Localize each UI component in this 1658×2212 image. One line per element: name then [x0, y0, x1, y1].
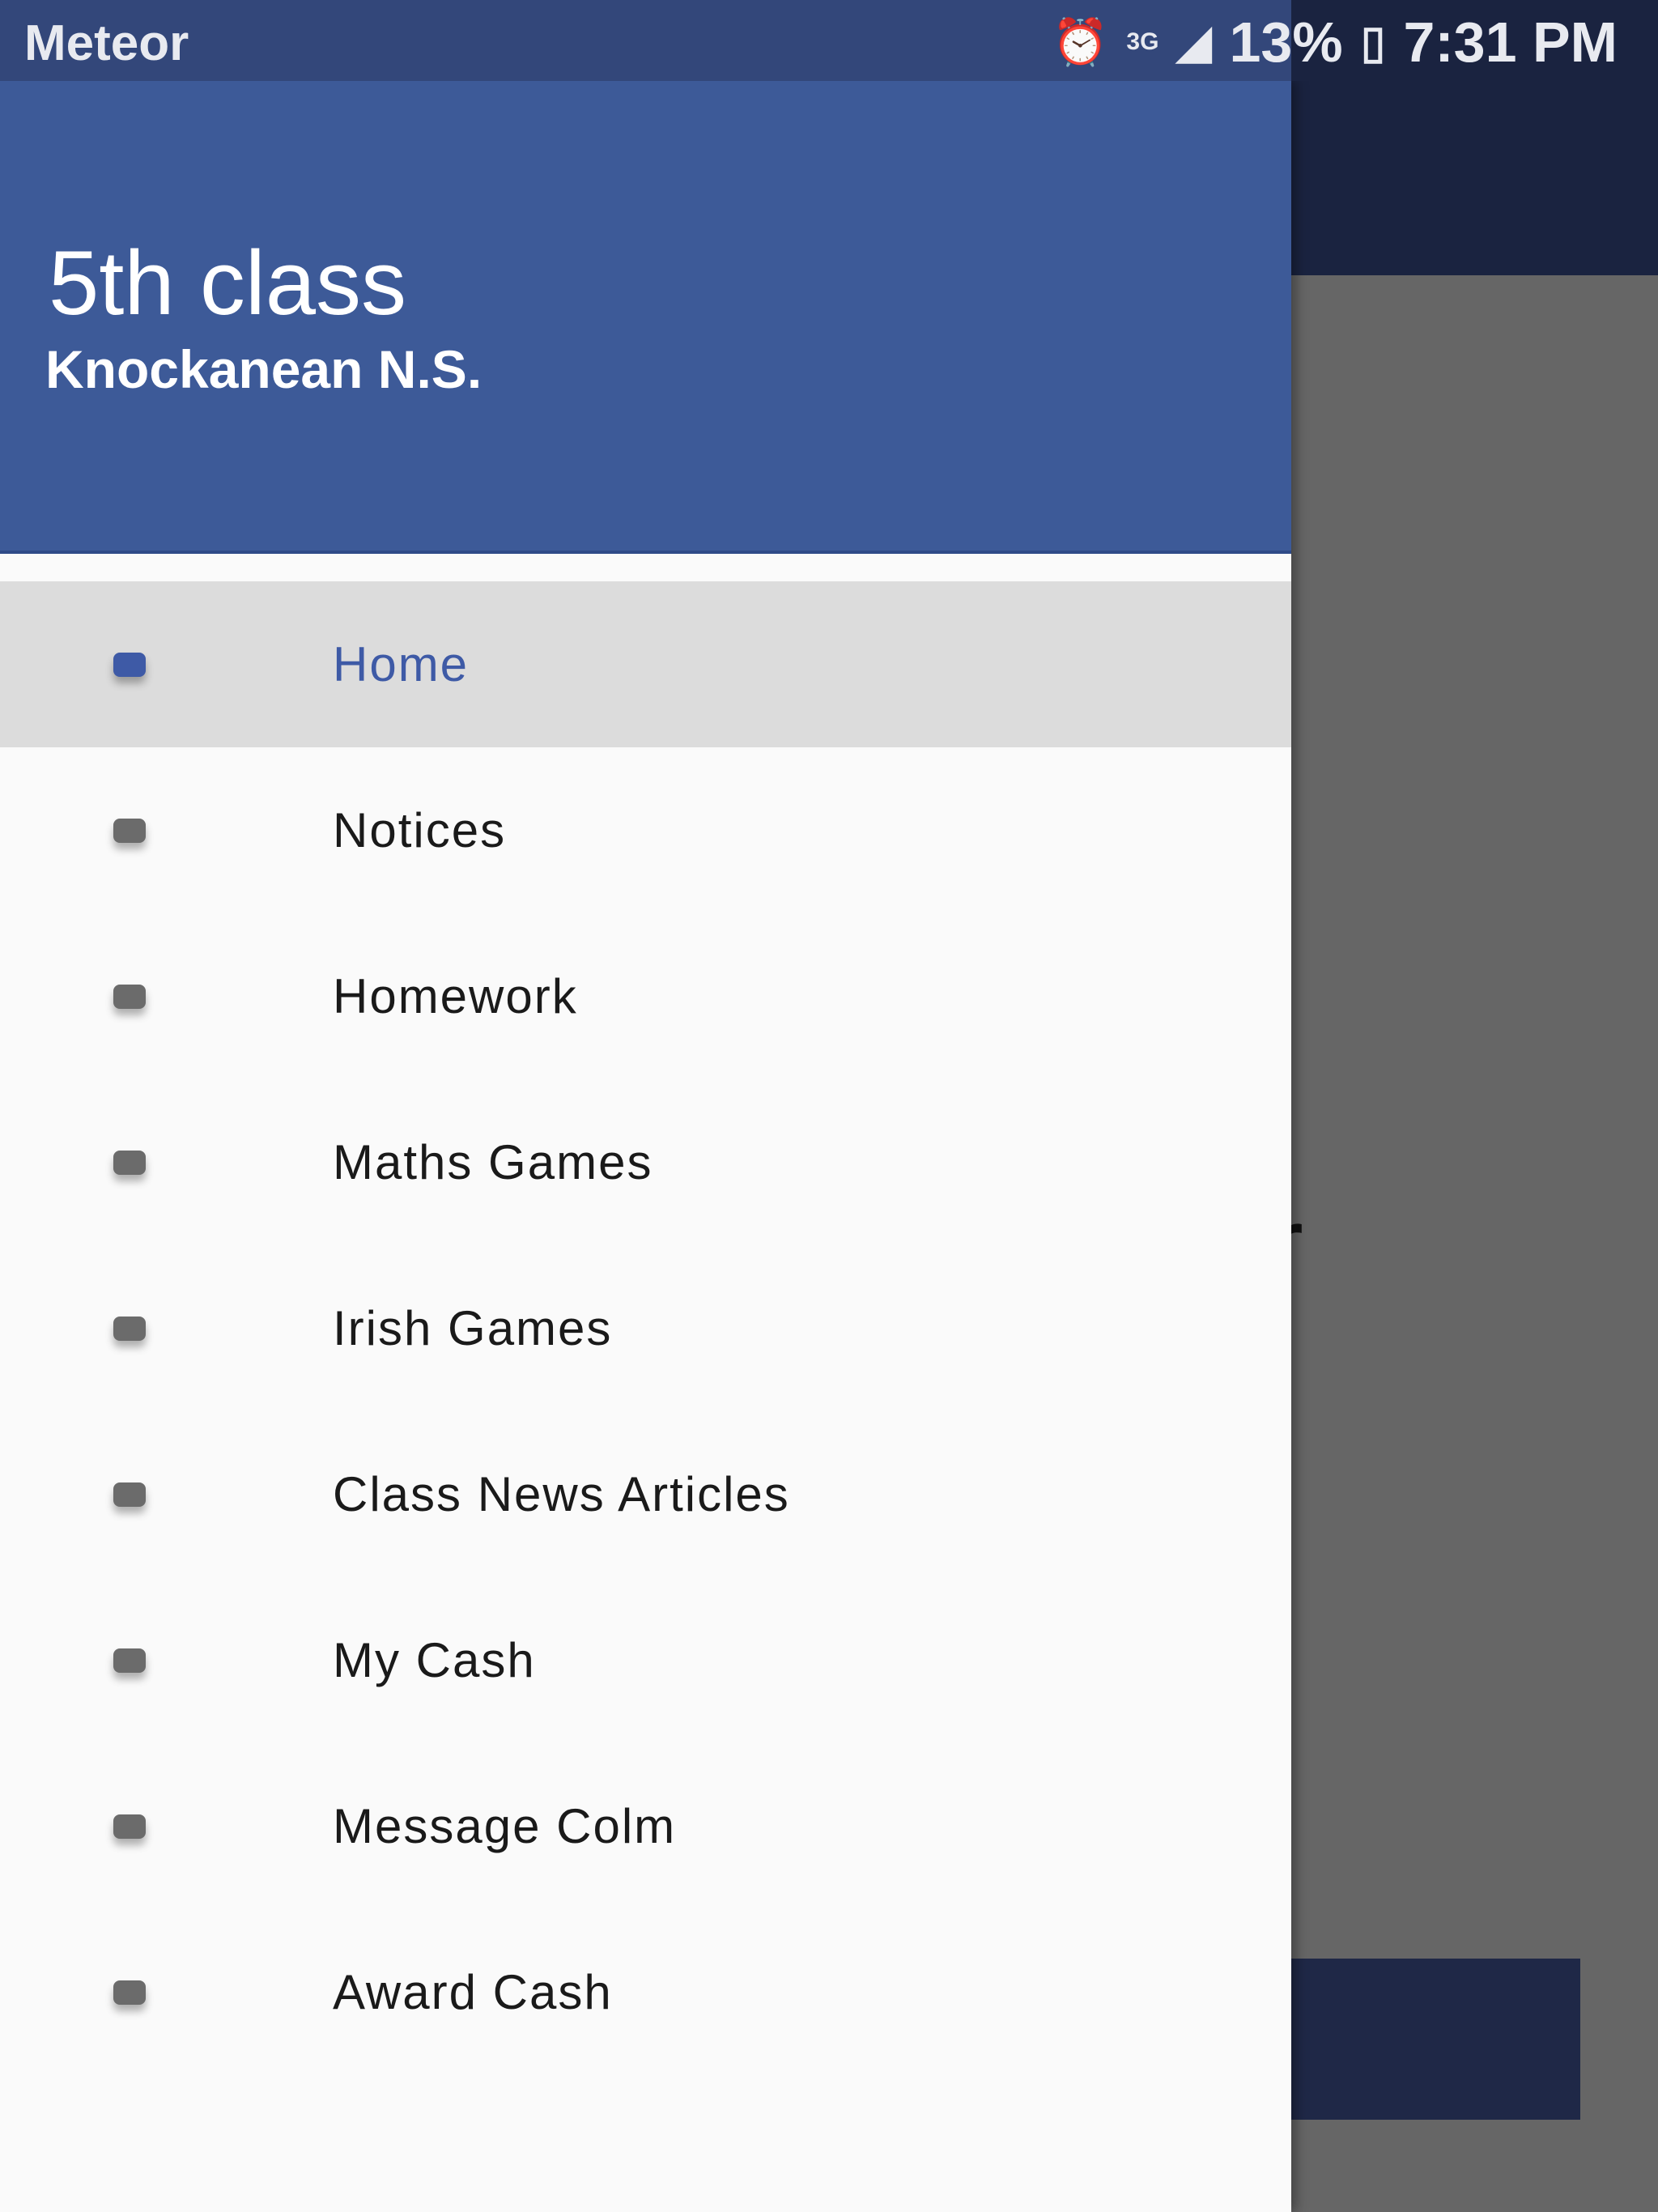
signal-icon: ◢ — [1176, 16, 1212, 67]
battery-charging-icon: ▯ — [1360, 16, 1386, 67]
bullet-icon — [113, 1648, 146, 1673]
bullet-icon — [113, 1316, 146, 1341]
bullet-icon — [113, 818, 146, 843]
navigation-drawer: 5th class Knockanean N.S. Home Notices Hom… — [0, 81, 1291, 2212]
drawer-item-label: Message Colm — [333, 1799, 677, 1853]
drawer-item-maths-games[interactable]: Maths Games — [0, 1079, 1291, 1245]
drawer-item-class-news-articles[interactable]: Class News Articles — [0, 1411, 1291, 1577]
bullet-icon — [113, 1814, 146, 1839]
drawer-title: 5th class — [49, 232, 406, 334]
drawer-item-notices[interactable]: Notices — [0, 747, 1291, 913]
bullet-icon — [113, 652, 146, 677]
drawer-menu: Home Notices Homework Maths Games Irish Game… — [0, 581, 1291, 2075]
drawer-item-my-cash[interactable]: My Cash — [0, 1577, 1291, 1743]
bullet-icon — [113, 1150, 146, 1175]
drawer-item-label: My Cash — [333, 1633, 536, 1687]
drawer-item-label: Home — [333, 637, 470, 691]
bullet-icon — [113, 1482, 146, 1507]
3g-icon: 3G — [1126, 28, 1159, 55]
status-bar: Meteor ⏰ 3G ◢ 13% ▯ 7:31 PM — [0, 0, 1658, 81]
drawer-header: 5th class Knockanean N.S. — [0, 81, 1291, 554]
drawer-item-label: Maths Games — [333, 1135, 653, 1189]
drawer-item-label: Homework — [333, 969, 578, 1023]
drawer-item-label: Class News Articles — [333, 1467, 790, 1521]
drawer-item-message-colm[interactable]: Message Colm — [0, 1743, 1291, 1909]
drawer-item-label: Award Cash — [333, 1965, 613, 2019]
carrier-name: Meteor — [24, 15, 189, 71]
clock: 7:31 PM — [1403, 11, 1618, 74]
drawer-item-award-cash[interactable]: Award Cash — [0, 1909, 1291, 2075]
drawer-subtitle: Knockanean N.S. — [45, 339, 483, 399]
drawer-item-irish-games[interactable]: Irish Games — [0, 1245, 1291, 1411]
drawer-item-label: Notices — [333, 803, 507, 857]
drawer-item-home[interactable]: Home — [0, 581, 1291, 747]
alarm-icon: ⏰ — [1052, 16, 1109, 67]
bullet-icon — [113, 1980, 146, 2005]
drawer-item-label: Irish Games — [333, 1301, 613, 1355]
battery-percent: 13% — [1229, 11, 1343, 74]
bullet-icon — [113, 984, 146, 1009]
drawer-item-homework[interactable]: Homework — [0, 913, 1291, 1079]
